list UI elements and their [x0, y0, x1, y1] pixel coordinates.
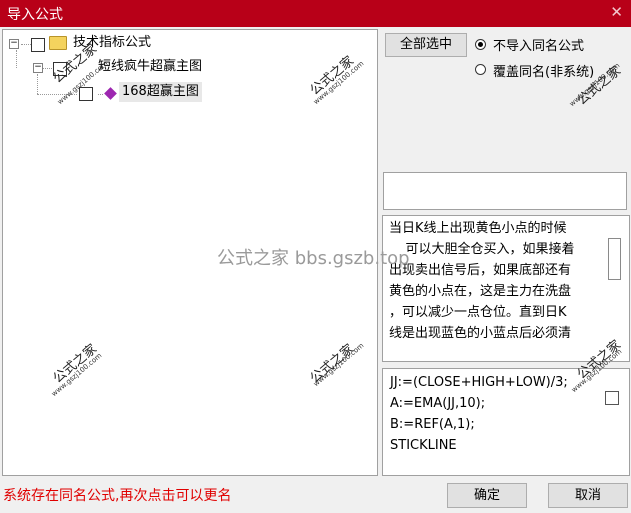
tree-node-root[interactable]: 技术指标公式: [73, 33, 151, 53]
tree-node-child[interactable]: 短线疯牛超赢主图: [98, 57, 202, 77]
description-line: 线是出现蓝色的小蓝点后必须清: [389, 326, 572, 341]
folder-icon: [49, 36, 67, 50]
name-field[interactable]: [383, 172, 627, 210]
title-bar: 导入公式 ✕: [0, 0, 631, 27]
checkbox-child[interactable]: [53, 62, 67, 76]
description-line: ，可以减少一点仓位。直到日K: [389, 305, 567, 320]
formula-icon: [104, 87, 117, 100]
close-icon[interactable]: ✕: [610, 3, 623, 21]
tree-connector: [37, 94, 77, 95]
description-text: 当日K线上出现黄色小点的时候 可以大胆全仓买入，如果接着 出现卖出信号后，如果底…: [389, 218, 609, 344]
tree-connector: [16, 50, 17, 68]
description-line: 当日K线上出现黄色小点的时候: [389, 221, 567, 236]
code-line: STICKLINE: [390, 438, 457, 453]
collapse-toggle-child[interactable]: −: [33, 63, 43, 73]
radio-no-import[interactable]: [475, 39, 486, 50]
cancel-button[interactable]: 取消: [548, 483, 628, 508]
radio-overwrite-label[interactable]: 覆盖同名(非系统): [493, 61, 594, 80]
code-box[interactable]: JJ:=(CLOSE+HIGH+LOW)/3; A:=EMA(JJ,10); B…: [382, 368, 630, 476]
tree-connector: [42, 68, 52, 69]
tree-connector: [37, 74, 38, 94]
description-line: 黄色的小点在，这是主力在洗盘: [389, 284, 572, 299]
ok-button[interactable]: 确定: [447, 483, 527, 508]
select-all-button[interactable]: 全部选中: [385, 33, 467, 57]
code-line: A:=EMA(JJ,10);: [390, 396, 486, 411]
description-line: 可以大胆全仓买入，如果接着: [389, 242, 575, 257]
description-box[interactable]: 当日K线上出现黄色小点的时候 可以大胆全仓买入，如果接着 出现卖出信号后，如果底…: [382, 215, 630, 362]
code-line: JJ:=(CLOSE+HIGH+LOW)/3;: [390, 375, 568, 390]
tree-node-leaf[interactable]: 168超赢主图: [119, 82, 202, 102]
formula-tree[interactable]: − 技术指标公式 − 短线疯牛超赢主图 168超赢主图: [2, 29, 378, 476]
checkbox-root[interactable]: [31, 38, 45, 52]
tree-connector: [98, 94, 103, 95]
scrollbar-thumb[interactable]: [608, 238, 621, 280]
description-line: 出现卖出信号后，如果底部还有: [389, 263, 572, 278]
checkbox-leaf[interactable]: [79, 87, 93, 101]
radio-no-import-label[interactable]: 不导入同名公式: [493, 35, 584, 54]
window-title: 导入公式: [7, 7, 63, 23]
radio-overwrite[interactable]: [475, 64, 486, 75]
code-line: B:=REF(A,1);: [390, 417, 475, 432]
code-checkbox[interactable]: [605, 391, 619, 405]
collapse-toggle-root[interactable]: −: [9, 39, 19, 49]
tree-connector: [21, 44, 31, 45]
status-message: 系统存在同名公式,再次点击可以更名: [3, 488, 232, 504]
